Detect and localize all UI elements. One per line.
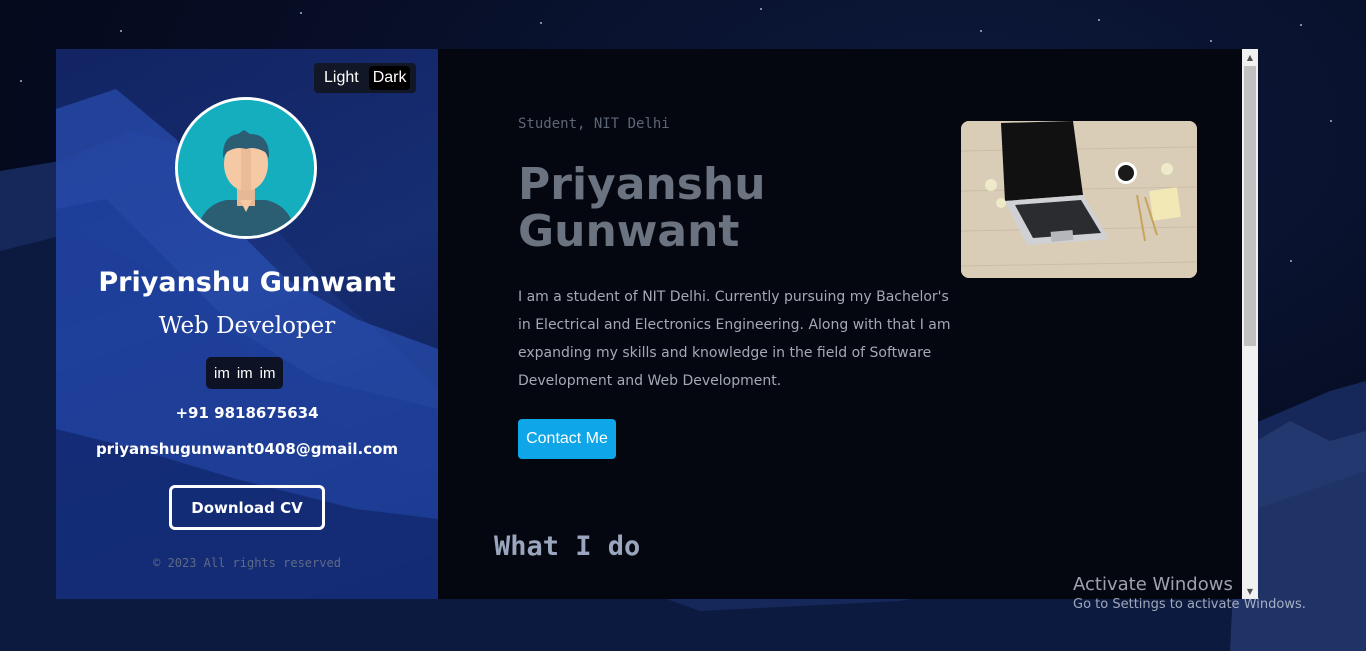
profile-sidebar: Light Dark Priyanshu Gunwant Web Develop… [56, 49, 438, 599]
laptop-desk-photo [961, 121, 1197, 278]
person-avatar-icon [178, 100, 314, 236]
what-i-do-heading: What I do [494, 531, 641, 562]
theme-toggle: Light Dark [314, 63, 417, 93]
copyright-text: © 2023 All rights reserved [153, 556, 341, 570]
profile-role: Web Developer [158, 313, 336, 339]
social-links: im im im [206, 357, 284, 389]
download-cv-button[interactable]: Download CV [169, 485, 325, 530]
hero-name: Priyanshu Gunwant [518, 159, 766, 257]
portfolio-card: Light Dark Priyanshu Gunwant Web Develop… [56, 49, 1258, 599]
laptop-desk-illustration [961, 121, 1197, 278]
scroll-thumb[interactable] [1244, 66, 1256, 346]
scroll-up-arrow-icon[interactable]: ▲ [1242, 49, 1258, 65]
profile-name: Priyanshu Gunwant [98, 267, 396, 298]
social-link-2[interactable]: im [237, 365, 253, 382]
phone-number: +91 9818675634 [175, 404, 319, 422]
light-theme-button[interactable]: Light [320, 66, 363, 90]
hero-bio: I am a student of NIT Delhi. Currently p… [518, 289, 951, 389]
social-link-3[interactable]: im [260, 365, 276, 382]
watermark-subtitle: Go to Settings to activate Windows. [1073, 597, 1306, 612]
dark-theme-button[interactable]: Dark [368, 66, 411, 90]
hero-eyebrow: Student, NIT Delhi [518, 116, 670, 132]
watermark-title: Activate Windows [1073, 574, 1233, 595]
vertical-scrollbar[interactable]: ▲ ▼ [1242, 49, 1258, 599]
contact-me-button[interactable]: Contact Me [518, 419, 616, 459]
social-link-1[interactable]: im [214, 365, 230, 382]
main-content: Student, NIT Delhi Priyanshu Gunwant I a… [438, 49, 1258, 599]
avatar [175, 97, 317, 239]
windows-activation-watermark: Activate Windows Go to Settings to activ… [1073, 574, 1306, 612]
email-address: priyanshugunwant0408@gmail.com [95, 440, 399, 458]
